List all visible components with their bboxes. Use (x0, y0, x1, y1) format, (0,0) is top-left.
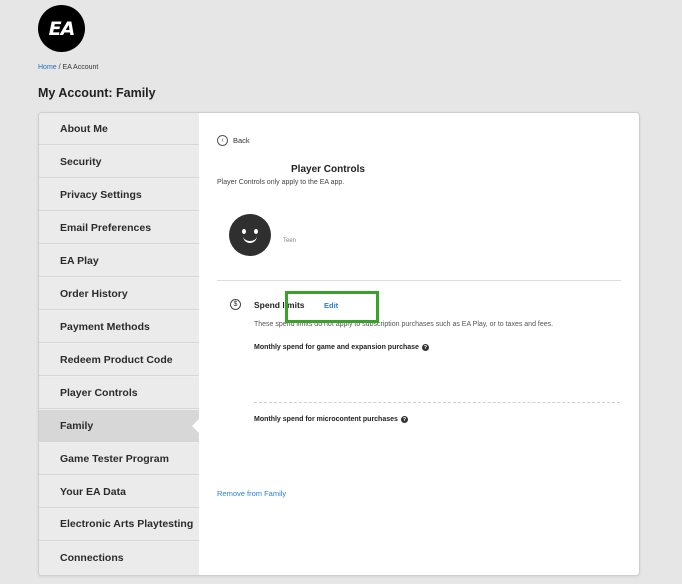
sidebar-item-connections[interactable]: Connections (39, 542, 199, 574)
sidebar-item-redeem-product-code[interactable]: Redeem Product Code (39, 344, 199, 376)
sidebar-item-electronic-arts-playtesting[interactable]: Electronic Arts Playtesting (39, 509, 199, 541)
back-button[interactable]: ‹ Back (217, 135, 250, 146)
section-subtitle: Player Controls only apply to the EA app… (217, 179, 345, 186)
back-label: Back (233, 136, 250, 145)
help-icon[interactable]: ? (421, 344, 429, 351)
sidebar-item-player-controls[interactable]: Player Controls (39, 377, 199, 409)
sidebar-item-family[interactable]: Family (39, 410, 200, 442)
sidebar-item-about-me[interactable]: About Me (39, 113, 199, 145)
dotted-divider (254, 402, 620, 403)
breadcrumb-current: EA Account (62, 64, 99, 71)
section-title: Player Controls (291, 164, 365, 175)
help-icon[interactable]: ? (400, 416, 408, 423)
sidebar-item-payment-methods[interactable]: Payment Methods (39, 311, 199, 343)
microcontent-limit-text: Monthly spend for microcontent purchases (254, 416, 398, 423)
sidebar-item-ea-play[interactable]: EA Play (39, 245, 199, 277)
main-content: ‹ Back Player Controls Player Controls o… (199, 113, 639, 575)
remove-from-family-link[interactable]: Remove from Family (217, 489, 286, 498)
avatar (229, 214, 271, 256)
breadcrumb-home-link[interactable]: Home (38, 64, 57, 71)
ea-logo[interactable]: EA (38, 5, 85, 52)
sidebar-item-email-preferences[interactable]: Email Preferences (39, 212, 199, 244)
avatar-role-label: Teen (283, 238, 297, 244)
avatar-eye-left (242, 229, 246, 234)
breadcrumb: Home / EA Account (38, 64, 98, 71)
avatar-eye-right (254, 229, 258, 234)
account-card: About Me Security Privacy Settings Email… (38, 112, 640, 576)
divider (217, 280, 621, 281)
sidebar-item-privacy-settings[interactable]: Privacy Settings (39, 179, 199, 211)
game-expansion-limit-text: Monthly spend for game and expansion pur… (254, 344, 419, 351)
sidebar-item-game-tester-program[interactable]: Game Tester Program (39, 443, 199, 475)
sidebar-item-order-history[interactable]: Order History (39, 278, 199, 310)
page-title: My Account: Family (38, 86, 156, 100)
sidebar: About Me Security Privacy Settings Email… (39, 113, 200, 575)
dollar-icon: $ (230, 299, 241, 310)
game-expansion-limit-label: Monthly spend for game and expansion pur… (254, 344, 429, 351)
sidebar-item-your-ea-data[interactable]: Your EA Data (39, 476, 199, 508)
avatar-mouth (243, 236, 257, 243)
sidebar-item-security[interactable]: Security (39, 146, 199, 178)
highlight-box (285, 291, 379, 323)
chevron-left-icon: ‹ (217, 135, 228, 146)
microcontent-limit-label: Monthly spend for microcontent purchases… (254, 416, 408, 423)
